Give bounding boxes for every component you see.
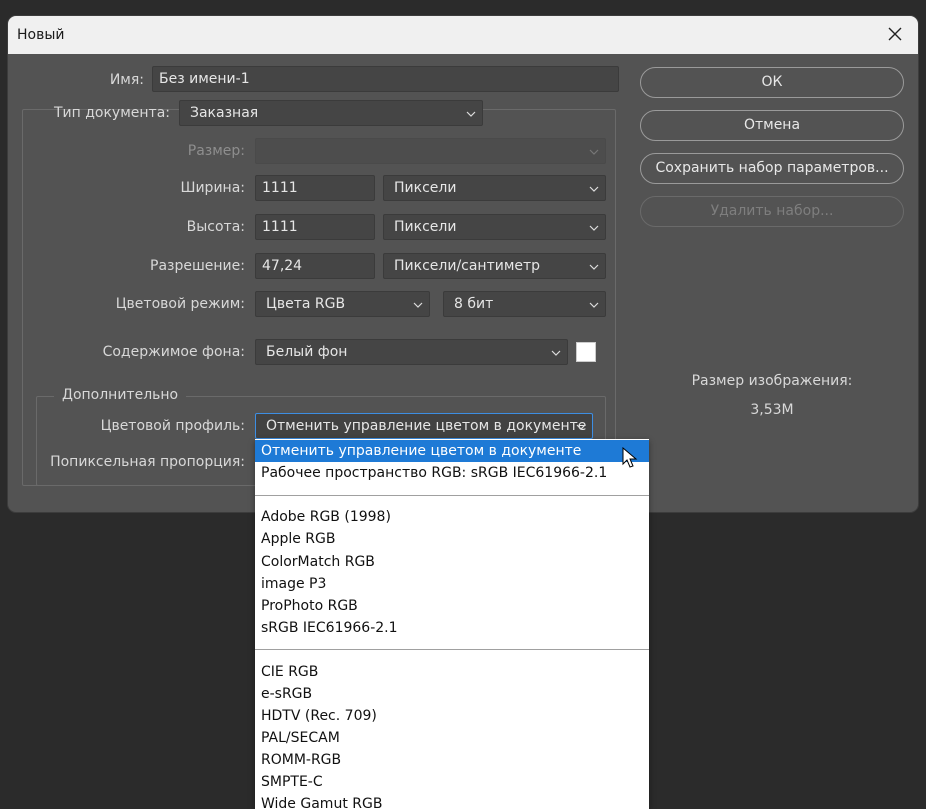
chevron-down-icon	[589, 149, 599, 155]
title-bar[interactable]: Новый	[8, 16, 918, 54]
resolution-input[interactable]: 47,24	[255, 253, 375, 279]
image-size-value: 3,53M	[750, 402, 794, 418]
height-input[interactable]: 1111	[255, 214, 375, 240]
bit-depth-select[interactable]: 8 бит	[443, 291, 606, 317]
doc-type-select[interactable]: Заказная	[179, 100, 483, 126]
width-unit-select[interactable]: Пиксели	[383, 175, 606, 201]
size-label: Размер:	[187, 143, 245, 159]
chevron-down-icon	[551, 350, 561, 356]
width-label: Ширина:	[180, 180, 245, 196]
advanced-legend: Дополнительно	[54, 387, 187, 403]
resolution-label: Разрешение:	[150, 258, 245, 274]
doc-type-label: Тип документа:	[53, 105, 170, 121]
dropdown-option[interactable]: image P3	[255, 573, 649, 595]
resolution-unit-select[interactable]: Пиксели/сантиметр	[383, 253, 606, 279]
chevron-down-icon	[589, 225, 599, 231]
color-mode-select[interactable]: Цвета RGB	[255, 291, 430, 317]
dropdown-option[interactable]: ProPhoto RGB	[255, 595, 649, 617]
bg-label: Содержимое фона:	[102, 344, 245, 360]
new-document-dialog: Новый Имя: Без имени-1 Тип документа: За…	[8, 16, 918, 512]
name-label: Имя:	[109, 72, 144, 88]
bg-select[interactable]: Белый фон	[255, 339, 568, 365]
dropdown-option[interactable]: PAL/SECAM	[255, 727, 649, 749]
size-select	[255, 138, 606, 164]
dropdown-separator	[255, 649, 649, 650]
bit-depth-value: 8 бит	[454, 296, 494, 312]
height-label: Высота:	[186, 219, 245, 235]
color-profile-dropdown: Отменить управление цветом в документе Ра…	[255, 439, 649, 809]
dropdown-option[interactable]: ROMM-RGB	[255, 749, 649, 771]
chevron-down-icon	[466, 111, 476, 117]
dropdown-option[interactable]: HDTV (Rec. 709)	[255, 705, 649, 727]
dropdown-option[interactable]: Рабочее пространство RGB: sRGB IEC61966-…	[255, 462, 649, 484]
dropdown-separator	[255, 495, 649, 496]
dropdown-option[interactable]: ColorMatch RGB	[255, 551, 649, 573]
chevron-down-icon	[589, 264, 599, 270]
chevron-down-icon	[589, 302, 599, 308]
bg-value: Белый фон	[266, 344, 348, 360]
dropdown-option[interactable]: e-sRGB	[255, 683, 649, 705]
color-mode-value: Цвета RGB	[266, 296, 346, 312]
bg-color-swatch[interactable]	[576, 342, 596, 362]
resolution-unit-value: Пиксели/сантиметр	[394, 258, 541, 274]
image-size-label: Размер изображения:	[691, 373, 853, 389]
dropdown-option[interactable]: sRGB IEC61966-2.1	[255, 617, 649, 639]
save-preset-button[interactable]: Сохранить набор параметров...	[640, 153, 904, 184]
ok-button[interactable]: ОК	[640, 67, 904, 98]
color-mode-label: Цветовой режим:	[115, 296, 245, 312]
delete-preset-button: Удалить набор...	[640, 196, 904, 227]
dropdown-option[interactable]: CIE RGB	[255, 661, 649, 683]
cancel-button[interactable]: Отмена	[640, 110, 904, 141]
chevron-down-icon	[413, 302, 423, 308]
chevron-down-icon	[589, 186, 599, 192]
close-icon[interactable]	[886, 25, 904, 43]
mouse-cursor-icon	[622, 447, 638, 468]
color-profile-value: Отменить управление цветом в документе	[266, 418, 587, 434]
height-unit-value: Пиксели	[394, 219, 457, 235]
dropdown-option[interactable]: Adobe RGB (1998)	[255, 506, 649, 528]
name-input[interactable]: Без имени-1	[152, 66, 619, 92]
color-profile-label: Цветовой профиль:	[100, 418, 245, 434]
dropdown-option[interactable]: Apple RGB	[255, 528, 649, 550]
dropdown-option[interactable]: Wide Gamut RGB	[255, 793, 649, 809]
width-input[interactable]: 1111	[255, 175, 375, 201]
chevron-down-icon	[576, 424, 586, 430]
width-unit-value: Пиксели	[394, 180, 457, 196]
color-profile-select[interactable]: Отменить управление цветом в документе	[255, 413, 593, 439]
dropdown-option[interactable]: SMPTE-C	[255, 771, 649, 793]
height-unit-select[interactable]: Пиксели	[383, 214, 606, 240]
dropdown-option[interactable]: Отменить управление цветом в документе	[255, 440, 649, 462]
pixel-aspect-label: Попиксельная пропорция:	[50, 454, 245, 470]
dialog-title: Новый	[17, 27, 65, 43]
doc-type-value: Заказная	[190, 105, 259, 121]
